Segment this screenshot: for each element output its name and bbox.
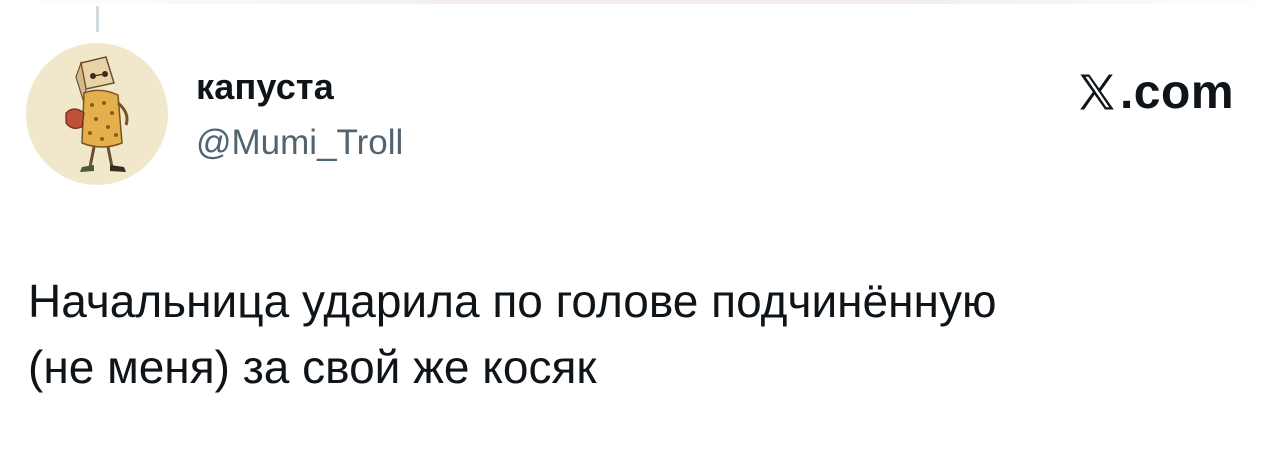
top-divider [0, 0, 1284, 4]
avatar[interactable] [26, 43, 168, 185]
author-display-name[interactable]: капуста [196, 66, 334, 108]
tweet-text-line-2: (не меня) за свой же косяк [28, 341, 597, 393]
x-brand-watermark: .com [1076, 62, 1234, 122]
x-logo-icon [1076, 71, 1118, 113]
tweet-text-line-1: Начальница ударила по голове подчинённую [28, 275, 997, 327]
thread-connector-line [96, 6, 99, 32]
author-handle[interactable]: @Mumi_Troll [196, 123, 403, 163]
paper-bag-character-avatar-icon [26, 43, 168, 185]
brand-domain-text: .com [1119, 65, 1234, 119]
tweet-body: Начальница ударила по голове подчинённую… [28, 268, 1248, 400]
